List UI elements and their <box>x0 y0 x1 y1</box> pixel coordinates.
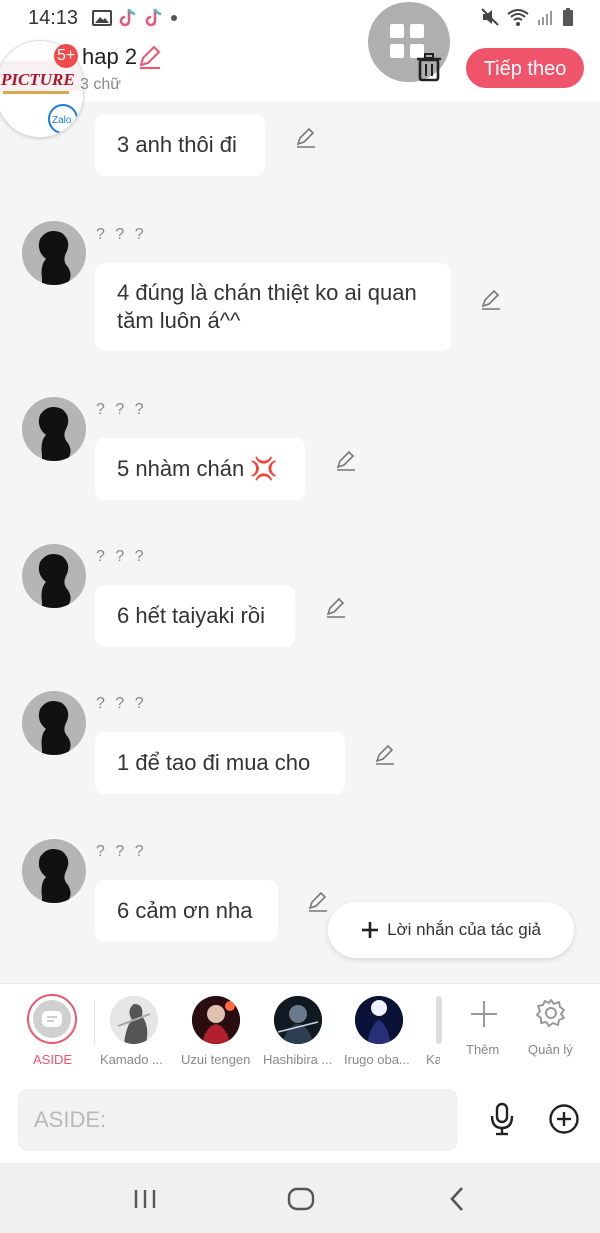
mute-icon <box>481 8 499 26</box>
message-sender-name: ? ? ? <box>96 548 147 565</box>
aside-character-button[interactable] <box>27 994 77 1044</box>
character-avatar-kamado[interactable] <box>110 996 158 1044</box>
edit-title-icon[interactable] <box>136 44 162 70</box>
wifi-icon <box>507 9 529 26</box>
character-avatar[interactable] <box>22 544 86 608</box>
microphone-icon[interactable] <box>488 1102 516 1136</box>
character-avatar-hashibira[interactable] <box>274 996 322 1044</box>
zalo-label: Zalo <box>52 115 72 126</box>
character-avatar[interactable] <box>22 221 86 285</box>
author-note-label: Lời nhắn của tác giả <box>387 920 541 939</box>
edit-message-icon[interactable] <box>306 890 330 914</box>
chapter-title: hap 2 <box>82 44 138 69</box>
home-icon[interactable] <box>287 1187 315 1211</box>
message-sender-name: ? ? ? <box>96 226 147 243</box>
edit-message-icon[interactable] <box>294 126 318 150</box>
character-name: Hashibira ... <box>263 1052 333 1067</box>
message-icon <box>42 1011 62 1027</box>
author-note-button[interactable]: Lời nhắn của tác giả <box>328 902 574 958</box>
character-name: Uzui tengen <box>181 1052 251 1067</box>
status-notifications <box>92 7 178 29</box>
character-avatar[interactable] <box>22 691 86 755</box>
message-sender-name: ? ? ? <box>96 695 147 712</box>
message-bubble[interactable]: 5 nhàm chán 💢 <box>95 438 305 500</box>
add-character-label: Thêm <box>466 1042 500 1057</box>
dot-icon <box>171 15 177 21</box>
character-avatar[interactable] <box>22 397 86 461</box>
message-bubble[interactable]: 4 đúng là chán thiệt ko ai quan tăm luôn… <box>95 263 451 351</box>
character-avatar[interactable] <box>22 839 86 903</box>
message-bubble[interactable]: 3 anh thôi đi <box>95 114 265 176</box>
edit-message-icon[interactable] <box>373 743 397 767</box>
message-bubble[interactable]: 6 hết taiyaki rồi <box>95 585 295 647</box>
character-name: Kamado ... <box>100 1052 163 1067</box>
grid-icon <box>390 24 404 38</box>
edit-message-icon[interactable] <box>334 449 358 473</box>
recent-apps-icon[interactable] <box>132 1188 158 1210</box>
message-sender-name: ? ? ? <box>96 843 147 860</box>
status-time: 14:13 <box>28 7 79 29</box>
add-character-icon[interactable] <box>468 998 500 1030</box>
cover-brand-text: PICTURE <box>0 70 75 89</box>
input-bar <box>0 1079 600 1163</box>
battery-icon <box>563 8 573 26</box>
character-avatar-partial[interactable] <box>436 996 442 1044</box>
add-circle-icon[interactable] <box>548 1103 580 1135</box>
word-count: 3 chữ <box>80 76 121 93</box>
character-avatar-uzui[interactable] <box>192 996 240 1044</box>
trash-icon[interactable] <box>415 52 443 82</box>
character-avatar-irugo[interactable] <box>355 996 403 1044</box>
character-bar: ASIDE Kamado ... Uzui tengen Hashibira .… <box>0 983 600 1080</box>
character-name: Ka <box>426 1052 440 1067</box>
manage-label: Quản lý <box>528 1042 573 1057</box>
gallery-icon <box>92 10 112 26</box>
signal-icon <box>538 11 552 25</box>
system-nav-bar <box>0 1163 600 1233</box>
edit-message-icon[interactable] <box>479 288 503 312</box>
status-system-icons <box>480 7 574 27</box>
plus-icon <box>362 922 379 938</box>
gear-icon[interactable] <box>535 997 567 1029</box>
back-icon[interactable] <box>447 1185 467 1213</box>
edit-message-icon[interactable] <box>324 596 348 620</box>
message-sender-name: ? ? ? <box>96 401 147 418</box>
aside-label: ASIDE <box>33 1052 73 1067</box>
tiktok-icon <box>145 8 162 27</box>
character-name: Irugo oba... <box>344 1052 410 1067</box>
message-bubble[interactable]: 1 để tao đi mua cho <box>95 732 345 794</box>
message-bubble[interactable]: 6 cảm ơn nha <box>95 880 278 942</box>
status-bar: 14:13 <box>0 0 600 36</box>
tiktok-icon <box>119 8 136 27</box>
message-input[interactable] <box>18 1089 458 1151</box>
next-button[interactable]: Tiếp theo <box>466 48 584 88</box>
